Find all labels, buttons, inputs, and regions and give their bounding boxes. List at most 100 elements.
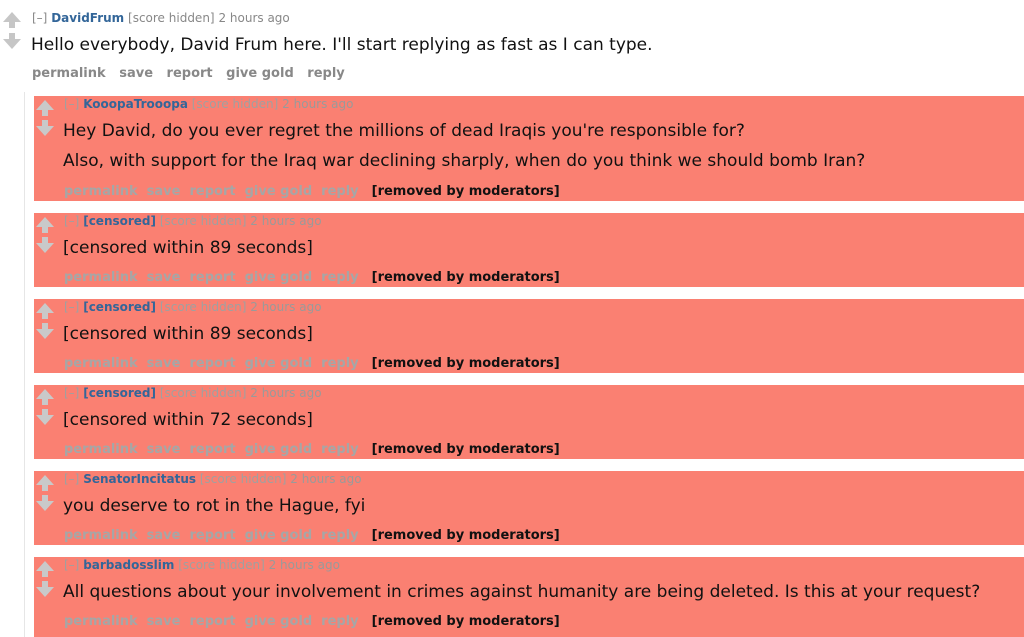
comment-body-line: Hey David, do you ever regret the millio… — [63, 121, 745, 141]
give-gold-button[interactable]: give gold — [245, 184, 313, 199]
downvote-arrow-icon[interactable] — [3, 33, 21, 49]
save-button[interactable]: save — [119, 66, 153, 81]
reply-button[interactable]: reply — [321, 270, 358, 285]
timestamp: 2 hours ago — [250, 300, 322, 314]
timestamp: 2 hours ago — [282, 97, 354, 111]
report-button[interactable]: report — [167, 66, 213, 81]
collapse-toggle[interactable]: [–] — [64, 472, 79, 486]
collapse-toggle[interactable]: [–] — [64, 97, 79, 111]
give-gold-button[interactable]: give gold — [245, 442, 313, 457]
collapse-toggle[interactable]: [–] — [64, 214, 79, 228]
author-link[interactable]: [censored] — [83, 386, 156, 400]
downvote-arrow-icon[interactable] — [36, 120, 54, 136]
author-link[interactable]: DavidFrum — [51, 11, 124, 25]
give-gold-button[interactable]: give gold — [245, 614, 313, 629]
permalink-button[interactable]: permalink — [64, 614, 138, 629]
reply-button[interactable]: reply — [321, 528, 358, 543]
removed-status: [removed by moderators] — [371, 356, 560, 371]
comment-tagline: [–] DavidFrum [score hidden] 2 hours ago — [32, 11, 290, 25]
downvote-arrow-icon[interactable] — [36, 495, 54, 511]
report-button[interactable]: report — [189, 184, 235, 199]
removed-status: [removed by moderators] — [371, 442, 560, 457]
reply-comment: [–] SenatorIncitatus [score hidden] 2 ho… — [34, 471, 1024, 545]
upvote-arrow-icon[interactable] — [36, 217, 54, 233]
comment-buttons: permalink save report give gold reply [remove… — [64, 614, 569, 629]
comment-body-line: [censored within 89 seconds] — [63, 238, 313, 258]
reply-comment: [–] [censored] [score hidden] 2 hours ag… — [34, 385, 1024, 459]
save-button[interactable]: save — [147, 184, 181, 199]
permalink-button[interactable]: permalink — [64, 356, 138, 371]
comment-body-line: [censored within 89 seconds] — [63, 324, 313, 344]
comment-buttons: permalink save report give gold reply [remove… — [64, 356, 569, 371]
downvote-arrow-icon[interactable] — [36, 323, 54, 339]
timestamp: 2 hours ago — [268, 558, 340, 572]
author-link[interactable]: SenatorIncitatus — [83, 472, 196, 486]
permalink-button[interactable]: permalink — [64, 270, 138, 285]
collapse-toggle[interactable]: [–] — [64, 386, 79, 400]
downvote-arrow-icon[interactable] — [36, 237, 54, 253]
reply-button[interactable]: reply — [321, 442, 358, 457]
timestamp: 2 hours ago — [290, 472, 362, 486]
reply-comment: [–] barbadosslim [score hidden] 2 hours … — [34, 557, 1024, 637]
comment-body-line: you deserve to rot in the Hague, fyi — [63, 496, 366, 516]
author-link[interactable]: [censored] — [83, 214, 156, 228]
comment-tagline: [–] SenatorIncitatus [score hidden] 2 ho… — [64, 472, 362, 486]
comment-body-line: Also, with support for the Iraq war decl… — [63, 151, 866, 171]
upvote-arrow-icon[interactable] — [36, 389, 54, 405]
save-button[interactable]: save — [147, 442, 181, 457]
removed-status: [removed by moderators] — [371, 184, 560, 199]
downvote-arrow-icon[interactable] — [36, 581, 54, 597]
give-gold-button[interactable]: give gold — [245, 528, 313, 543]
give-gold-button[interactable]: give gold — [245, 270, 313, 285]
give-gold-button[interactable]: give gold — [226, 66, 294, 81]
comment-buttons: permalink save report give gold reply [remove… — [64, 442, 569, 457]
timestamp: 2 hours ago — [250, 386, 322, 400]
permalink-button[interactable]: permalink — [64, 442, 138, 457]
comment-tagline: [–] [censored] [score hidden] 2 hours ag… — [64, 214, 322, 228]
removed-status: [removed by moderators] — [371, 270, 560, 285]
score-hidden: [score hidden] — [128, 11, 215, 25]
comment-tagline: [–] [censored] [score hidden] 2 hours ag… — [64, 300, 322, 314]
upvote-arrow-icon[interactable] — [36, 303, 54, 319]
reply-comment: [–] KooopaTrooopa [score hidden] 2 hours… — [34, 96, 1024, 201]
upvote-arrow-icon[interactable] — [36, 475, 54, 491]
author-link[interactable]: [censored] — [83, 300, 156, 314]
save-button[interactable]: save — [147, 270, 181, 285]
comment-body-line: [censored within 72 seconds] — [63, 410, 313, 430]
report-button[interactable]: report — [189, 614, 235, 629]
reply-button[interactable]: reply — [321, 184, 358, 199]
reply-button[interactable]: reply — [307, 66, 344, 81]
report-button[interactable]: report — [189, 528, 235, 543]
author-link[interactable]: KooopaTrooopa — [83, 97, 188, 111]
collapse-toggle[interactable]: [–] — [64, 300, 79, 314]
permalink-button[interactable]: permalink — [64, 184, 138, 199]
thread-line — [24, 92, 25, 637]
report-button[interactable]: report — [189, 356, 235, 371]
collapse-toggle[interactable]: [–] — [32, 11, 47, 25]
removed-status: [removed by moderators] — [371, 614, 560, 629]
score-hidden: [score hidden] — [159, 300, 247, 314]
permalink-button[interactable]: permalink — [64, 528, 138, 543]
reply-button[interactable]: reply — [321, 614, 358, 629]
timestamp: 2 hours ago — [250, 214, 322, 228]
upvote-arrow-icon[interactable] — [36, 100, 54, 116]
collapse-toggle[interactable]: [–] — [64, 558, 79, 572]
score-hidden: [score hidden] — [191, 97, 279, 111]
reply-button[interactable]: reply — [321, 356, 358, 371]
author-link[interactable]: barbadosslim — [83, 558, 174, 572]
upvote-arrow-icon[interactable] — [3, 12, 21, 28]
score-hidden: [score hidden] — [159, 386, 247, 400]
save-button[interactable]: save — [147, 614, 181, 629]
score-hidden: [score hidden] — [178, 558, 265, 572]
save-button[interactable]: save — [147, 356, 181, 371]
report-button[interactable]: report — [189, 442, 235, 457]
comment-buttons: permalink save report give gold reply [remove… — [64, 528, 569, 543]
permalink-button[interactable]: permalink — [32, 66, 106, 81]
save-button[interactable]: save — [147, 528, 181, 543]
comment-buttons: permalink save report give gold reply — [32, 66, 354, 81]
comment-tagline: [–] KooopaTrooopa [score hidden] 2 hours… — [64, 97, 354, 111]
give-gold-button[interactable]: give gold — [245, 356, 313, 371]
report-button[interactable]: report — [189, 270, 235, 285]
downvote-arrow-icon[interactable] — [36, 409, 54, 425]
upvote-arrow-icon[interactable] — [36, 561, 54, 577]
